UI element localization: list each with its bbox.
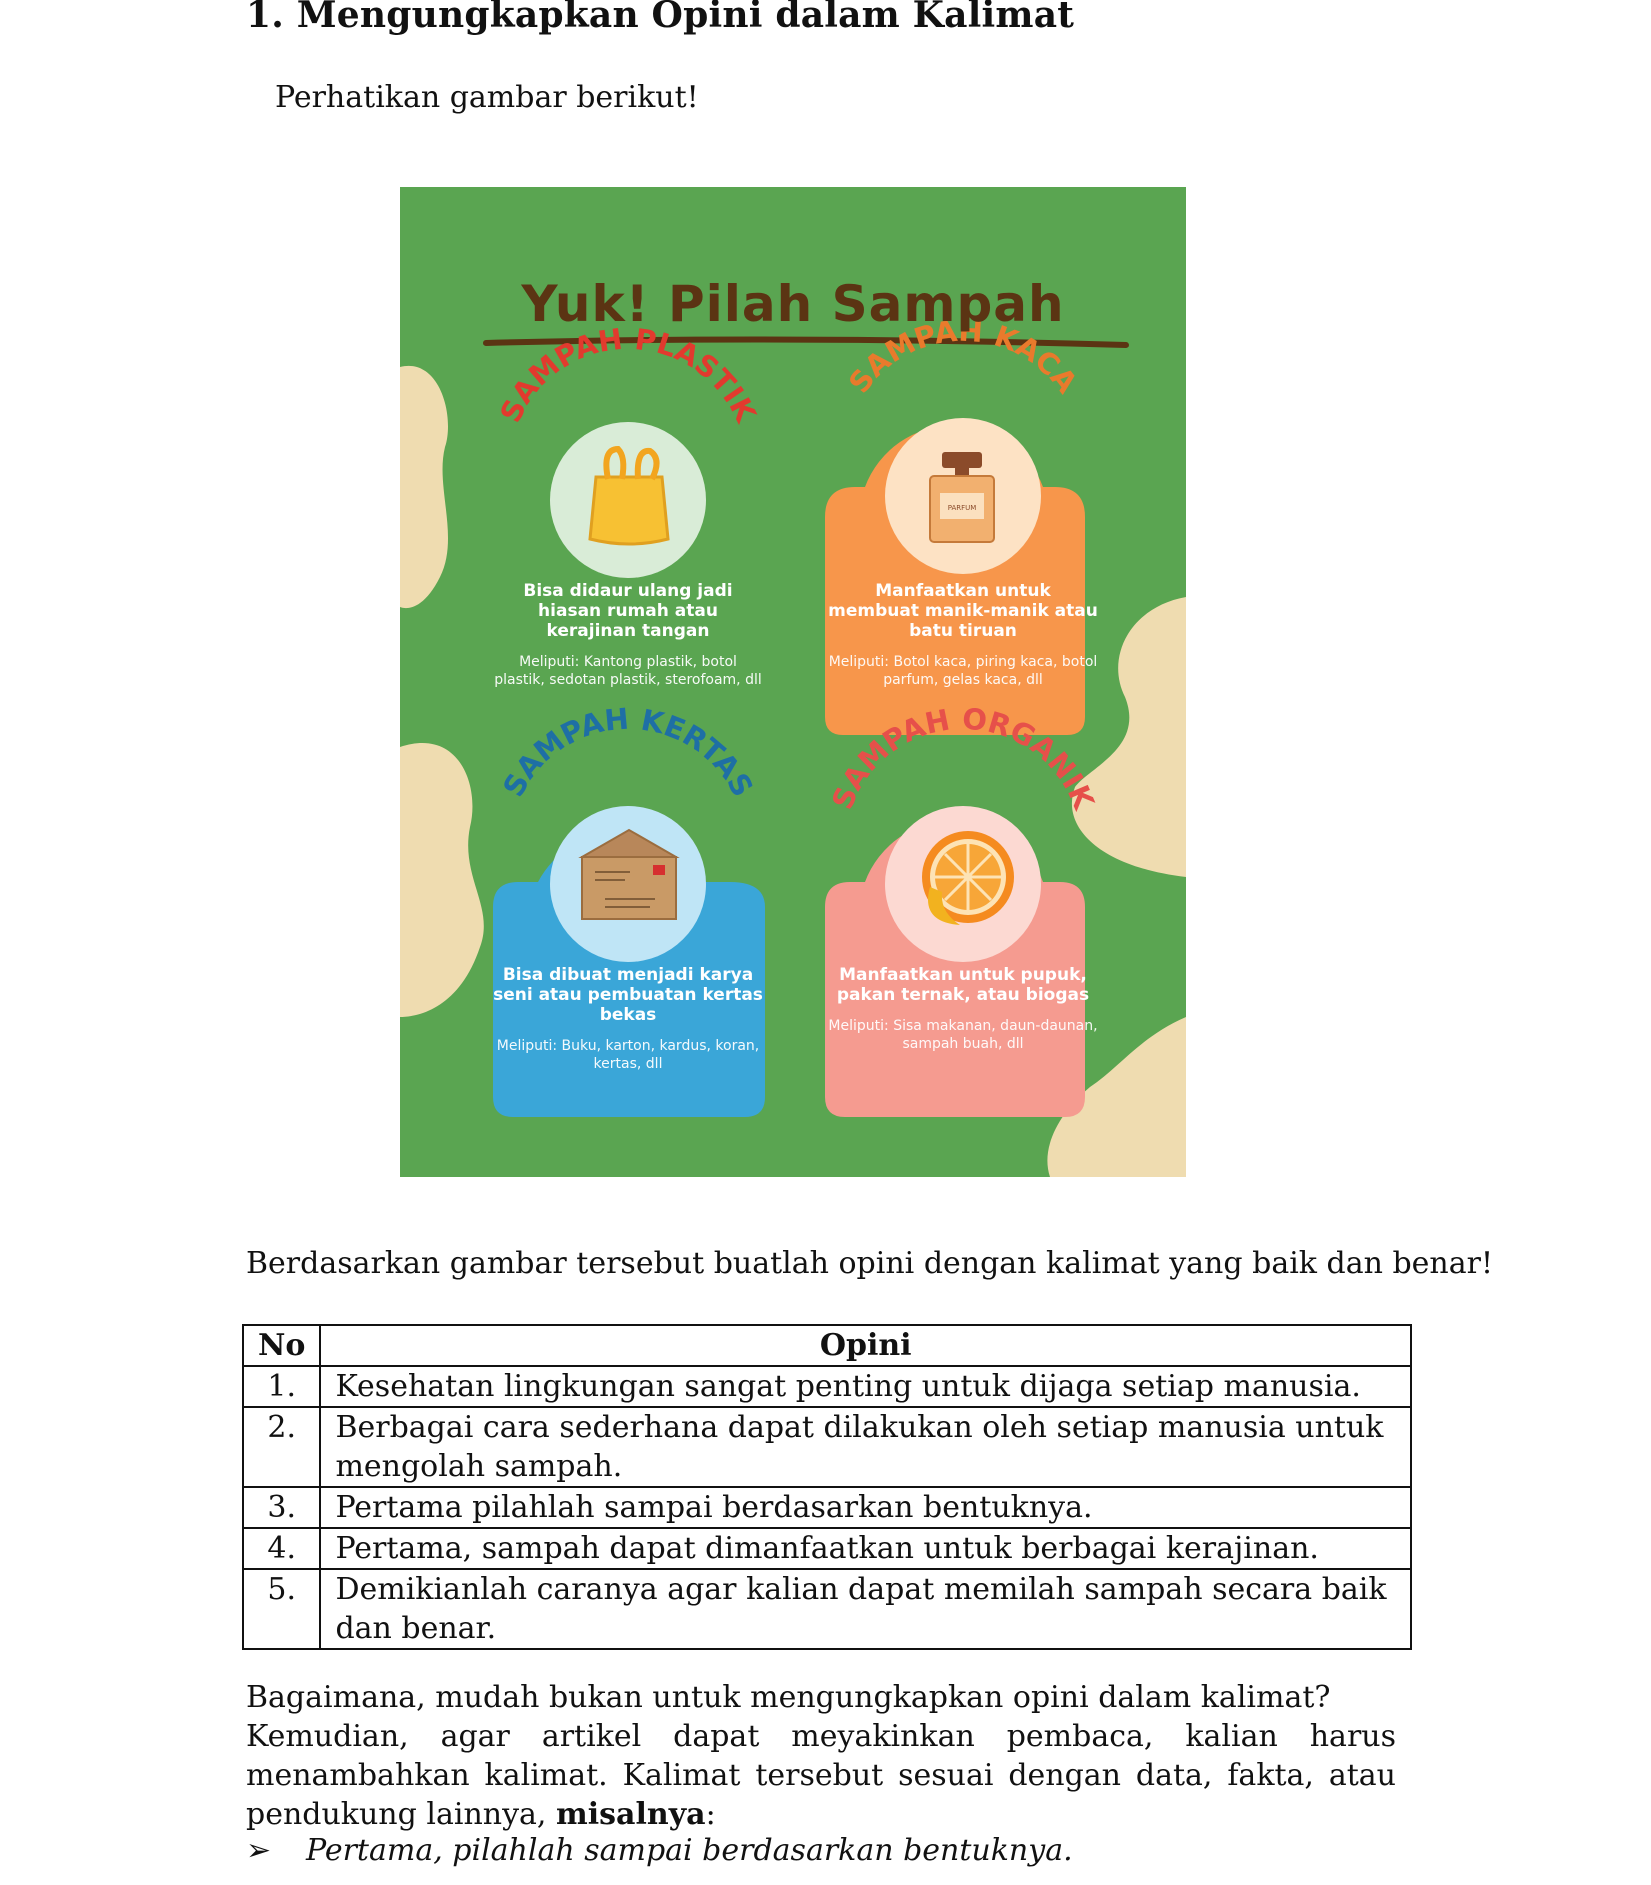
paper-main: Bisa dibuat menjadi karya seni atau pemb… — [493, 965, 763, 1025]
table-row: 4. Pertama, sampah dapat dimanfaatkan un… — [241, 1527, 1412, 1570]
poster-title: Yuk! Pilah Sampah — [521, 275, 1065, 333]
row-number: 2. — [241, 1406, 322, 1488]
paper-sub: Meliputi: Buku, karton, kardus, koran, k… — [496, 1038, 760, 1072]
paper-text: Bisa dibuat menjadi karya seni atau pemb… — [493, 965, 763, 1073]
organic-main: Manfaatkan untuk pupuk, pakan ternak, at… — [836, 965, 1090, 1005]
glass-main: Manfaatkan untuk membuat manik-manik ata… — [828, 581, 1098, 641]
row-text: Pertama pilahlah sampai berdasarkan bent… — [319, 1486, 1412, 1529]
organic-sub: Meliputi: Sisa makanan, daun-daunan, sam… — [828, 1018, 1098, 1052]
table-row: 3. Pertama pilahlah sampai berdasarkan b… — [241, 1486, 1412, 1529]
svg-text:PARFUM: PARFUM — [948, 504, 977, 512]
organic-text: Manfaatkan untuk pupuk, pakan ternak, at… — [828, 965, 1098, 1053]
table-row: 5. Demikianlah caranya agar kalian dapat… — [241, 1568, 1412, 1650]
row-number: 3. — [241, 1486, 322, 1529]
paragraph-line2: Kemudian, agar artikel dapat meyakinkan … — [246, 1717, 1396, 1834]
paragraph-bold: misalnya — [556, 1797, 706, 1832]
row-number: 1. — [241, 1365, 322, 1408]
row-text: Kesehatan lingkungan sangat penting untu… — [319, 1365, 1412, 1408]
label-kertas: SAMPAH KERTAS — [496, 702, 760, 803]
poster-image: PARFUM SAMPAH PLASTIK SAMPAH KACA SAMPAH… — [400, 187, 1186, 1177]
example-bullet: ➢ Pertama, pilahlah sampai berdasarkan be… — [246, 1833, 1073, 1868]
row-text: Berbagai cara sederhana dapat dilakukan … — [319, 1406, 1412, 1488]
arrow-bullet-icon: ➢ — [246, 1833, 272, 1868]
opinion-table: No Opini 1. Kesehatan lingkungan sangat … — [241, 1324, 1412, 1650]
row-number: 5. — [241, 1568, 322, 1650]
paragraph-body: Kemudian, agar artikel dapat meyakinkan … — [246, 1719, 1396, 1832]
instruction-text: Berdasarkan gambar tersebut buatlah opin… — [246, 1246, 1494, 1281]
row-text: Demikianlah caranya agar kalian dapat me… — [319, 1568, 1412, 1650]
glass-sub: Meliputi: Botol kaca, piring kaca, botol… — [828, 654, 1098, 688]
plastic-main: Bisa didaur ulang jadi hiasan rumah atau… — [523, 581, 733, 641]
row-number: 4. — [241, 1527, 322, 1570]
blob-left-top — [400, 365, 449, 609]
row-text: Pertama, sampah dapat dimanfaatkan untuk… — [319, 1527, 1412, 1570]
table-row: 2. Berbagai cara sederhana dapat dilakuk… — [241, 1406, 1412, 1488]
intro-text: Perhatikan gambar berikut! — [275, 80, 699, 115]
blob-left-bottom — [400, 743, 484, 1017]
table-header-row: No Opini — [241, 1324, 1412, 1367]
paragraph-colon: : — [705, 1797, 716, 1832]
plastic-sub: Meliputi: Kantong plastik, botol plastik… — [494, 654, 762, 688]
header-opini: Opini — [319, 1324, 1412, 1367]
header-no: No — [241, 1324, 322, 1367]
glass-text: Manfaatkan untuk membuat manik-manik ata… — [828, 581, 1098, 689]
table-row: 1. Kesehatan lingkungan sangat penting u… — [241, 1365, 1412, 1408]
paragraph-line1: Bagaimana, mudah bukan untuk mengungkapk… — [246, 1680, 1331, 1715]
bullet-text: Pertama, pilahlah sampai berdasarkan ben… — [306, 1833, 1073, 1868]
explanation-paragraph: Bagaimana, mudah bukan untuk mengungkapk… — [246, 1678, 1396, 1834]
plastic-text: Bisa didaur ulang jadi hiasan rumah atau… — [493, 581, 763, 689]
section-heading: 1. Mengungkapkan Opini dalam Kalimat — [246, 0, 1075, 36]
